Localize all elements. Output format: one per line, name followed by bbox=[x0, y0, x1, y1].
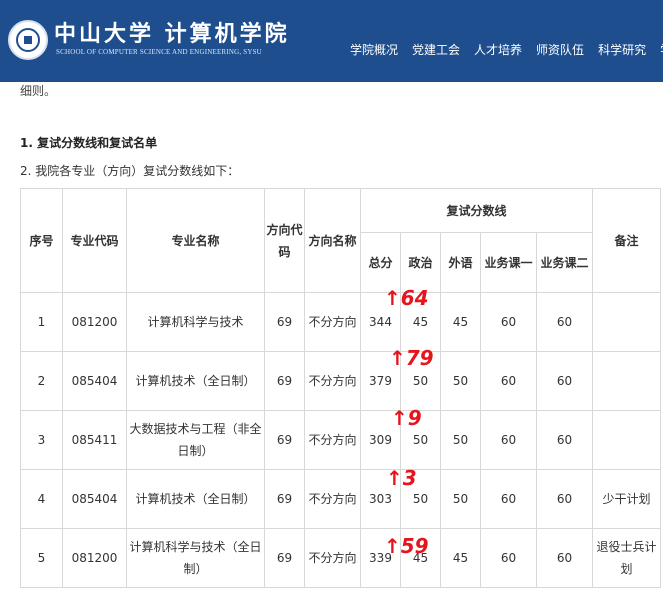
cell-dir-name: 不分方向 bbox=[304, 410, 361, 470]
header-politics: 政治 bbox=[400, 232, 441, 293]
header-score-group: 复试分数线 bbox=[360, 188, 593, 233]
cell-dir-code: 69 bbox=[264, 528, 305, 588]
table-row: 5 081200 计算机科学与技术（全日制） 69 不分方向 339 45 45… bbox=[20, 528, 661, 588]
header-major: 专业名称 bbox=[126, 188, 265, 293]
cell-code: 085411 bbox=[62, 410, 127, 470]
header-course1: 业务课一 bbox=[480, 232, 537, 293]
cell-code: 085404 bbox=[62, 469, 127, 529]
cell-politics: 45 bbox=[400, 292, 441, 352]
cell-dir-name: 不分方向 bbox=[304, 469, 361, 529]
cell-remark: 退役士兵计划 bbox=[592, 528, 661, 588]
cell-seq: 5 bbox=[20, 528, 63, 588]
cell-major: 计算机科学与技术（全日制） bbox=[126, 528, 265, 588]
cell-foreign: 50 bbox=[440, 351, 481, 411]
cell-code: 081200 bbox=[62, 292, 127, 352]
nav-item-research[interactable]: 科学研究 bbox=[598, 41, 646, 58]
school-name[interactable]: 中山大学 计算机学院 bbox=[54, 16, 290, 48]
header-seq: 序号 bbox=[20, 188, 63, 293]
cell-politics: 45 bbox=[400, 528, 441, 588]
cell-course2: 60 bbox=[536, 351, 593, 411]
cell-remark bbox=[592, 410, 661, 470]
cell-course2: 60 bbox=[536, 528, 593, 588]
table-row: 2 085404 计算机技术（全日制） 69 不分方向 379 50 50 60… bbox=[20, 351, 661, 411]
university-logo-icon[interactable] bbox=[8, 20, 48, 60]
cell-dir-code: 69 bbox=[264, 351, 305, 411]
header-dir-name: 方向名称 bbox=[304, 188, 361, 293]
nav-item-faculty[interactable]: 师资队伍 bbox=[536, 41, 584, 58]
cell-dir-name: 不分方向 bbox=[304, 528, 361, 588]
cell-seq: 1 bbox=[20, 292, 63, 352]
cell-remark bbox=[592, 292, 661, 352]
cell-foreign: 50 bbox=[440, 469, 481, 529]
cell-total: 379 bbox=[360, 351, 401, 411]
header-course2: 业务课二 bbox=[536, 232, 593, 293]
cell-total: 303 bbox=[360, 469, 401, 529]
cell-total: 309 bbox=[360, 410, 401, 470]
cell-foreign: 50 bbox=[440, 410, 481, 470]
section-heading: 1. 复试分数线和复试名单 bbox=[20, 136, 158, 150]
cell-dir-name: 不分方向 bbox=[304, 351, 361, 411]
school-name-english: SCHOOL OF COMPUTER SCIENCE AND ENGINEERI… bbox=[56, 48, 262, 56]
cell-major: 计算机科学与技术 bbox=[126, 292, 265, 352]
header-total: 总分 bbox=[360, 232, 401, 293]
table-row: 1 081200 计算机科学与技术 69 不分方向 344 45 45 60 6… bbox=[20, 292, 661, 352]
cell-course1: 60 bbox=[480, 410, 537, 470]
cell-foreign: 45 bbox=[440, 292, 481, 352]
cell-course2: 60 bbox=[536, 410, 593, 470]
logo-ring bbox=[16, 28, 40, 52]
cell-politics: 50 bbox=[400, 469, 441, 529]
header-foreign: 外语 bbox=[440, 232, 481, 293]
cell-politics: 50 bbox=[400, 351, 441, 411]
cell-total: 339 bbox=[360, 528, 401, 588]
header-remark: 备注 bbox=[592, 188, 661, 293]
table-row: 3 085411 大数据技术与工程（非全日制） 69 不分方向 309 50 5… bbox=[20, 410, 661, 470]
header-code: 专业代码 bbox=[62, 188, 127, 293]
article-text-fragment: 细则。 bbox=[20, 84, 57, 98]
cell-seq: 4 bbox=[20, 469, 63, 529]
cell-total: 344 bbox=[360, 292, 401, 352]
table-row: 4 085404 计算机技术（全日制） 69 不分方向 303 50 50 60… bbox=[20, 469, 661, 529]
cell-course1: 60 bbox=[480, 469, 537, 529]
cell-politics: 50 bbox=[400, 410, 441, 470]
cell-major: 大数据技术与工程（非全日制） bbox=[126, 410, 265, 470]
header-dir-code: 方向代码 bbox=[264, 188, 305, 293]
score-table: 序号 专业代码 专业名称 方向代码 方向名称 复试分数线 备注 总分 政治 外语… bbox=[20, 188, 661, 588]
nav-item-education[interactable]: 人才培养 bbox=[474, 41, 522, 58]
cell-course2: 60 bbox=[536, 292, 593, 352]
cell-foreign: 45 bbox=[440, 528, 481, 588]
cell-code: 085404 bbox=[62, 351, 127, 411]
cell-dir-code: 69 bbox=[264, 410, 305, 470]
cell-course1: 60 bbox=[480, 351, 537, 411]
cell-code: 081200 bbox=[62, 528, 127, 588]
nav-item-about[interactable]: 学院概况 bbox=[350, 41, 398, 58]
section-subheading: 2. 我院各专业（方向）复试分数线如下： bbox=[20, 164, 240, 178]
cell-course1: 60 bbox=[480, 292, 537, 352]
cell-remark: 少干计划 bbox=[592, 469, 661, 529]
cell-dir-code: 69 bbox=[264, 469, 305, 529]
site-header: 中山大学 计算机学院 SCHOOL OF COMPUTER SCIENCE AN… bbox=[0, 0, 663, 82]
cell-dir-code: 69 bbox=[264, 292, 305, 352]
logo-core bbox=[24, 36, 32, 44]
cell-major: 计算机技术（全日制） bbox=[126, 469, 265, 529]
cell-remark bbox=[592, 351, 661, 411]
cell-dir-name: 不分方向 bbox=[304, 292, 361, 352]
cell-seq: 2 bbox=[20, 351, 63, 411]
cell-course2: 60 bbox=[536, 469, 593, 529]
main-nav: 学院概况 党建工会 人才培养 师资队伍 科学研究 学 bbox=[350, 41, 663, 58]
nav-item-party[interactable]: 党建工会 bbox=[412, 41, 460, 58]
cell-seq: 3 bbox=[20, 410, 63, 470]
cell-major: 计算机技术（全日制） bbox=[126, 351, 265, 411]
cell-course1: 60 bbox=[480, 528, 537, 588]
